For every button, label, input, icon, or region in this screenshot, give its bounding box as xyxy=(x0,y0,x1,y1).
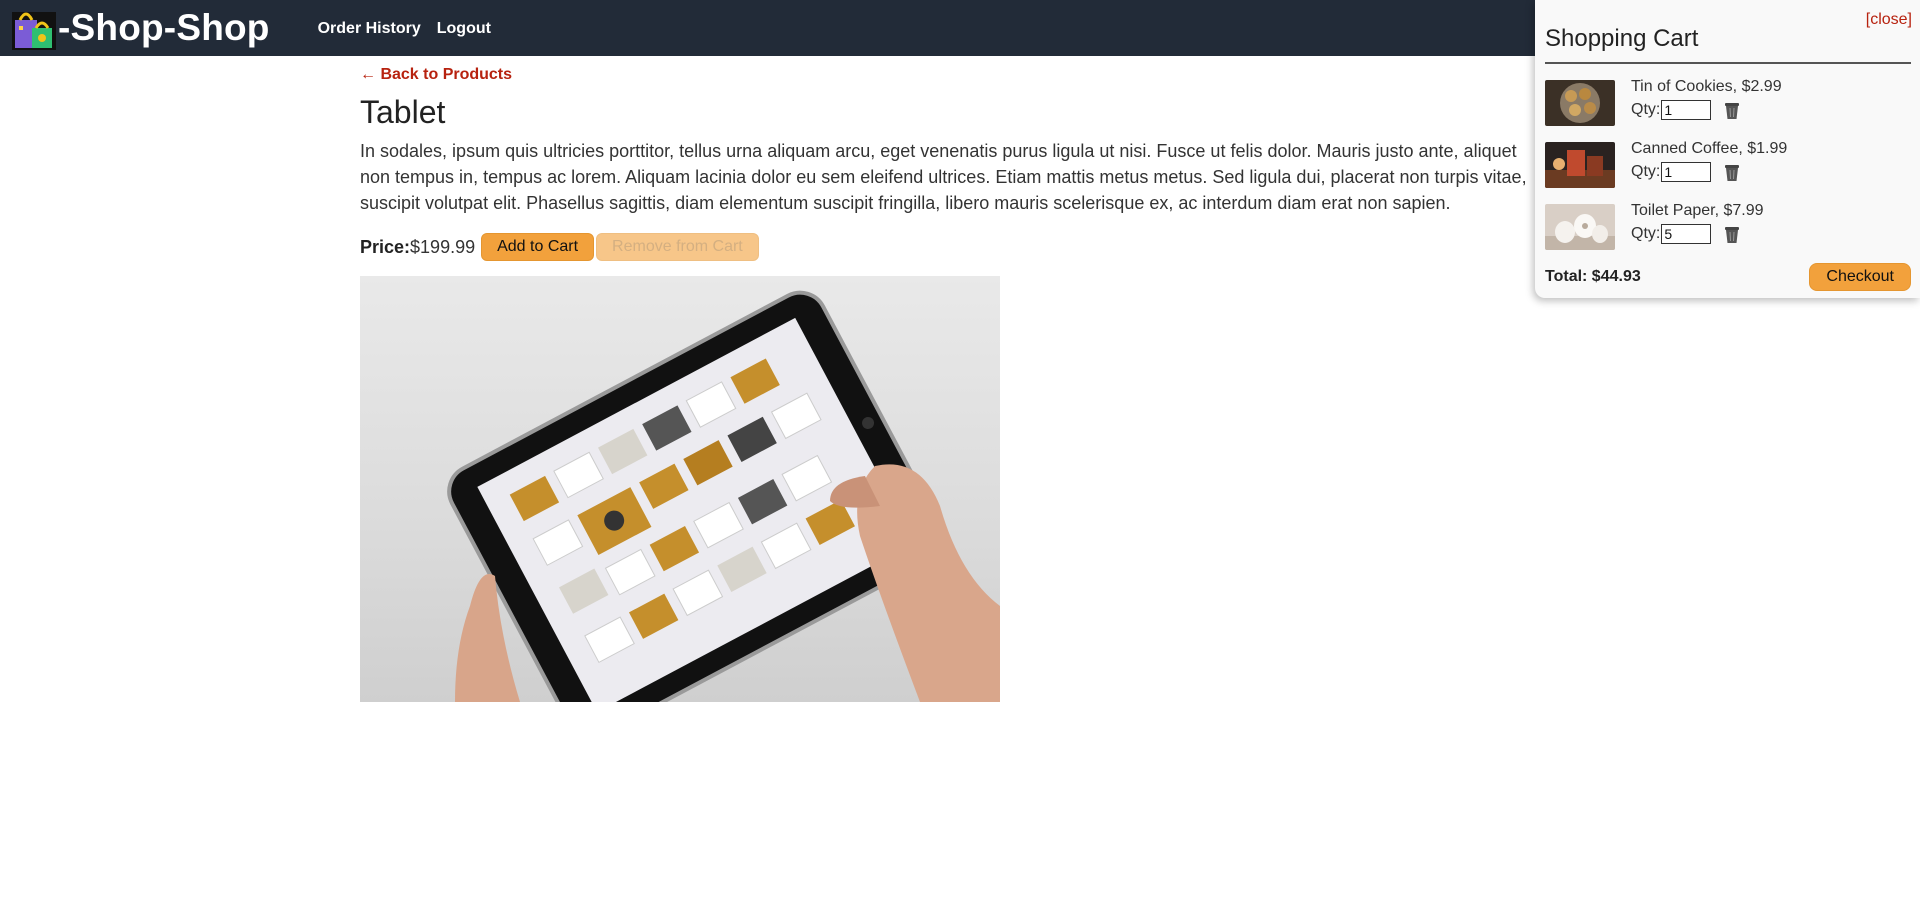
qty-row: Qty: xyxy=(1631,100,1782,120)
product-description: In sodales, ipsum quis ultricies porttit… xyxy=(360,141,1527,213)
cart-item: Tin of Cookies, $2.99 Qty: xyxy=(1545,78,1912,126)
shopping-cart-panel: [close] Shopping Cart Tin of Cookies, $2… xyxy=(1535,0,1920,298)
site-title: -Shop-Shop xyxy=(58,7,270,48)
cart-footer: Total: $44.93 Checkout xyxy=(1545,263,1911,291)
checkout-button[interactable]: Checkout xyxy=(1809,263,1911,291)
qty-input[interactable] xyxy=(1661,162,1712,182)
price-row: Price: $199.99 Add to Cart Remove from C… xyxy=(360,233,1540,261)
cart-item-info: Tin of Cookies, $2.99 Qty: xyxy=(1631,78,1782,120)
nav-order-history[interactable]: Order History xyxy=(318,20,421,38)
qty-label: Qty: xyxy=(1631,101,1661,118)
cart-total: Total: $44.93 xyxy=(1545,268,1641,285)
qty-label: Qty: xyxy=(1631,163,1661,180)
logo[interactable]: -Shop-Shop xyxy=(12,6,270,50)
remove-from-cart-button[interactable]: Remove from Cart xyxy=(596,233,759,261)
cart-item-name: Tin of Cookies, $2.99 xyxy=(1631,78,1782,95)
back-to-products-link[interactable]: ← Back to Products xyxy=(360,66,512,84)
nav-logout[interactable]: Logout xyxy=(437,20,491,38)
shopping-bags-icon xyxy=(12,6,56,50)
qty-row: Qty: xyxy=(1631,224,1764,244)
cart-item: Canned Coffee, $1.99 Qty: xyxy=(1545,140,1912,188)
product-image xyxy=(360,276,1000,702)
trash-icon[interactable] xyxy=(1723,100,1741,120)
cookies-thumbnail xyxy=(1545,80,1615,126)
cart-close-link[interactable]: [close] xyxy=(1866,11,1912,29)
qty-row: Qty: xyxy=(1631,162,1787,182)
cart-title: Shopping Cart xyxy=(1545,25,1699,52)
cart-divider xyxy=(1545,62,1911,64)
nav-links: Order History Logout xyxy=(318,20,507,38)
cart-item-name: Canned Coffee, $1.99 xyxy=(1631,140,1788,157)
cart-item-info: Toilet Paper, $7.99 Qty: xyxy=(1631,202,1764,244)
qty-input[interactable] xyxy=(1661,100,1712,120)
qty-label: Qty: xyxy=(1631,225,1661,242)
cart-item-info: Canned Coffee, $1.99 Qty: xyxy=(1631,140,1787,182)
product-title: Tablet xyxy=(360,94,446,130)
trash-icon[interactable] xyxy=(1723,162,1741,182)
cart-item: Toilet Paper, $7.99 Qty: xyxy=(1545,202,1912,250)
qty-input[interactable] xyxy=(1661,224,1712,244)
cart-item-name: Toilet Paper, $7.99 xyxy=(1631,202,1764,219)
price-label: Price: xyxy=(360,236,411,257)
toilet-paper-thumbnail xyxy=(1545,204,1615,250)
trash-icon[interactable] xyxy=(1723,224,1741,244)
price-value: $199.99 xyxy=(410,236,476,257)
coffee-thumbnail xyxy=(1545,142,1615,188)
add-to-cart-button[interactable]: Add to Cart xyxy=(481,233,595,261)
product-detail: ← Back to Products Tablet In sodales, ip… xyxy=(360,56,1540,702)
